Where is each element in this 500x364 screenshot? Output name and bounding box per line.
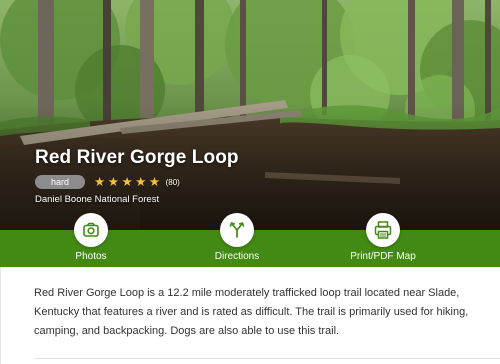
- printer-icon: [366, 213, 400, 247]
- difficulty-badge: hard: [35, 175, 85, 189]
- trail-description: Red River Gorge Loop is a 12.2 mile mode…: [34, 287, 469, 337]
- review-count[interactable]: (80): [166, 178, 180, 187]
- photos-button[interactable]: Photos: [36, 213, 146, 263]
- star-icon: ★: [107, 175, 119, 189]
- directions-label: Directions: [214, 251, 260, 262]
- trail-hero-photo[interactable]: Red River Gorge Loop hard ★ ★ ★ ★ ★ (80)…: [0, 0, 500, 230]
- star-icon: ★: [121, 175, 133, 189]
- star-icon: ★: [148, 175, 161, 189]
- trail-title: Red River Gorge Loop: [35, 147, 239, 168]
- directions-button[interactable]: Directions: [182, 213, 292, 263]
- print-map-button[interactable]: Print/PDF Map: [328, 213, 438, 263]
- camera-icon: [74, 213, 108, 247]
- directions-icon: [220, 213, 254, 247]
- star-rating[interactable]: ★ ★ ★ ★ ★: [94, 175, 163, 189]
- star-icon: ★: [94, 175, 106, 189]
- print-map-label: Print/PDF Map: [350, 251, 416, 262]
- trail-page: Red River Gorge Loop hard ★ ★ ★ ★ ★ (80)…: [0, 0, 500, 364]
- park-name-link[interactable]: Daniel Boone National Forest: [35, 194, 159, 205]
- rating-row: hard ★ ★ ★ ★ ★ (80): [35, 174, 180, 190]
- photos-label: Photos: [75, 251, 107, 262]
- star-icon: ★: [135, 175, 147, 189]
- section-divider: [34, 358, 500, 359]
